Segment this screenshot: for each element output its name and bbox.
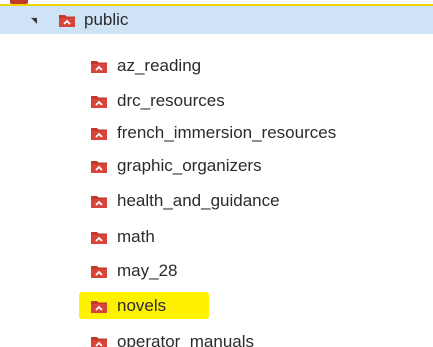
tree-item-novels[interactable]: novels <box>0 290 433 321</box>
tree-item-label: french_immersion_resources <box>117 123 337 142</box>
expand-triangle-icon[interactable] <box>31 17 37 24</box>
folder-icon <box>90 335 108 347</box>
folder-icon <box>90 159 108 174</box>
folder-icon <box>90 126 108 141</box>
tree-item-label: may_28 <box>117 261 178 280</box>
tree-item-label: math <box>117 227 155 246</box>
tree-item-label: public <box>84 10 129 29</box>
tree-item-operator-manuals[interactable]: operator_manuals <box>0 326 433 347</box>
tree-item-health-and-guidance[interactable]: health_and_guidance <box>0 185 433 216</box>
tree-item-label: drc_resources <box>117 91 225 110</box>
tree-item-math[interactable]: math <box>0 221 433 252</box>
tree-item-az-reading[interactable]: az_reading <box>0 50 433 81</box>
folder-icon <box>90 94 108 109</box>
tree-item-french-immersion-resources[interactable]: french_immersion_resources <box>0 117 433 148</box>
tree-item-public[interactable]: public <box>0 4 433 34</box>
folder-icon <box>90 264 108 279</box>
divider <box>262 0 322 1</box>
tree-item-graphic-organizers[interactable]: graphic_organizers <box>0 150 433 181</box>
tree-item-label: graphic_organizers <box>117 156 262 175</box>
tree-item-drc-resources[interactable]: drc_resources <box>0 85 433 116</box>
tree-item-label: health_and_guidance <box>117 191 280 210</box>
folder-tree: public az_reading drc_resources french_i… <box>0 0 433 347</box>
tree-item-label: novels <box>117 296 167 315</box>
folder-icon <box>90 230 108 245</box>
folder-icon <box>58 13 76 28</box>
folder-icon <box>90 299 108 314</box>
tree-item-may-28[interactable]: may_28 <box>0 255 433 286</box>
folder-icon <box>90 194 108 209</box>
tree-item-label: operator_manuals <box>117 332 255 347</box>
tree-item-label: az_reading <box>117 56 202 75</box>
folder-icon <box>90 59 108 74</box>
